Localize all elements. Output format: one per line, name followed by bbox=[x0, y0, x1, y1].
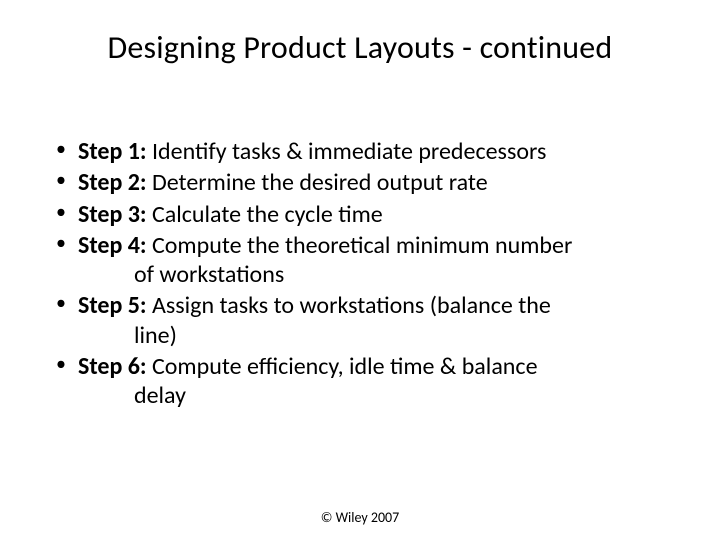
step-text: Determine the desired output rate bbox=[147, 168, 488, 197]
content-area: Step 1: Identify tasks & immediate prede… bbox=[30, 137, 690, 410]
step-label: Step 2: bbox=[78, 168, 147, 197]
page-title: Designing Product Layouts - continued bbox=[30, 28, 690, 67]
slide: Designing Product Layouts - continued St… bbox=[0, 0, 720, 540]
step-continuation: line) bbox=[78, 321, 660, 350]
step-label: Step 1: bbox=[78, 137, 147, 166]
list-item: Step 6: Compute efficiency, idle time & … bbox=[50, 352, 660, 411]
footer-copyright: © Wiley 2007 bbox=[0, 509, 720, 526]
step-continuation: delay bbox=[78, 381, 660, 410]
step-text: Assign tasks to workstations (balance th… bbox=[147, 291, 551, 320]
step-label: Step 6: bbox=[78, 352, 147, 381]
step-label: Step 3: bbox=[78, 200, 147, 229]
step-label: Step 4: bbox=[78, 231, 147, 260]
step-text: Compute efficiency, idle time & balance bbox=[147, 352, 538, 381]
step-list: Step 1: Identify tasks & immediate prede… bbox=[50, 137, 660, 410]
list-item: Step 1: Identify tasks & immediate prede… bbox=[50, 137, 660, 166]
step-text: Identify tasks & immediate predecessors bbox=[147, 137, 547, 166]
step-continuation: of workstations bbox=[78, 260, 660, 289]
list-item: Step 2: Determine the desired output rat… bbox=[50, 168, 660, 197]
list-item: Step 3: Calculate the cycle time bbox=[50, 200, 660, 229]
step-text: Compute the theoretical minimum number bbox=[147, 231, 573, 260]
list-item: Step 5: Assign tasks to workstations (ba… bbox=[50, 291, 660, 350]
step-label: Step 5: bbox=[78, 291, 147, 320]
list-item: Step 4: Compute the theoretical minimum … bbox=[50, 231, 660, 290]
step-text: Calculate the cycle time bbox=[147, 200, 383, 229]
